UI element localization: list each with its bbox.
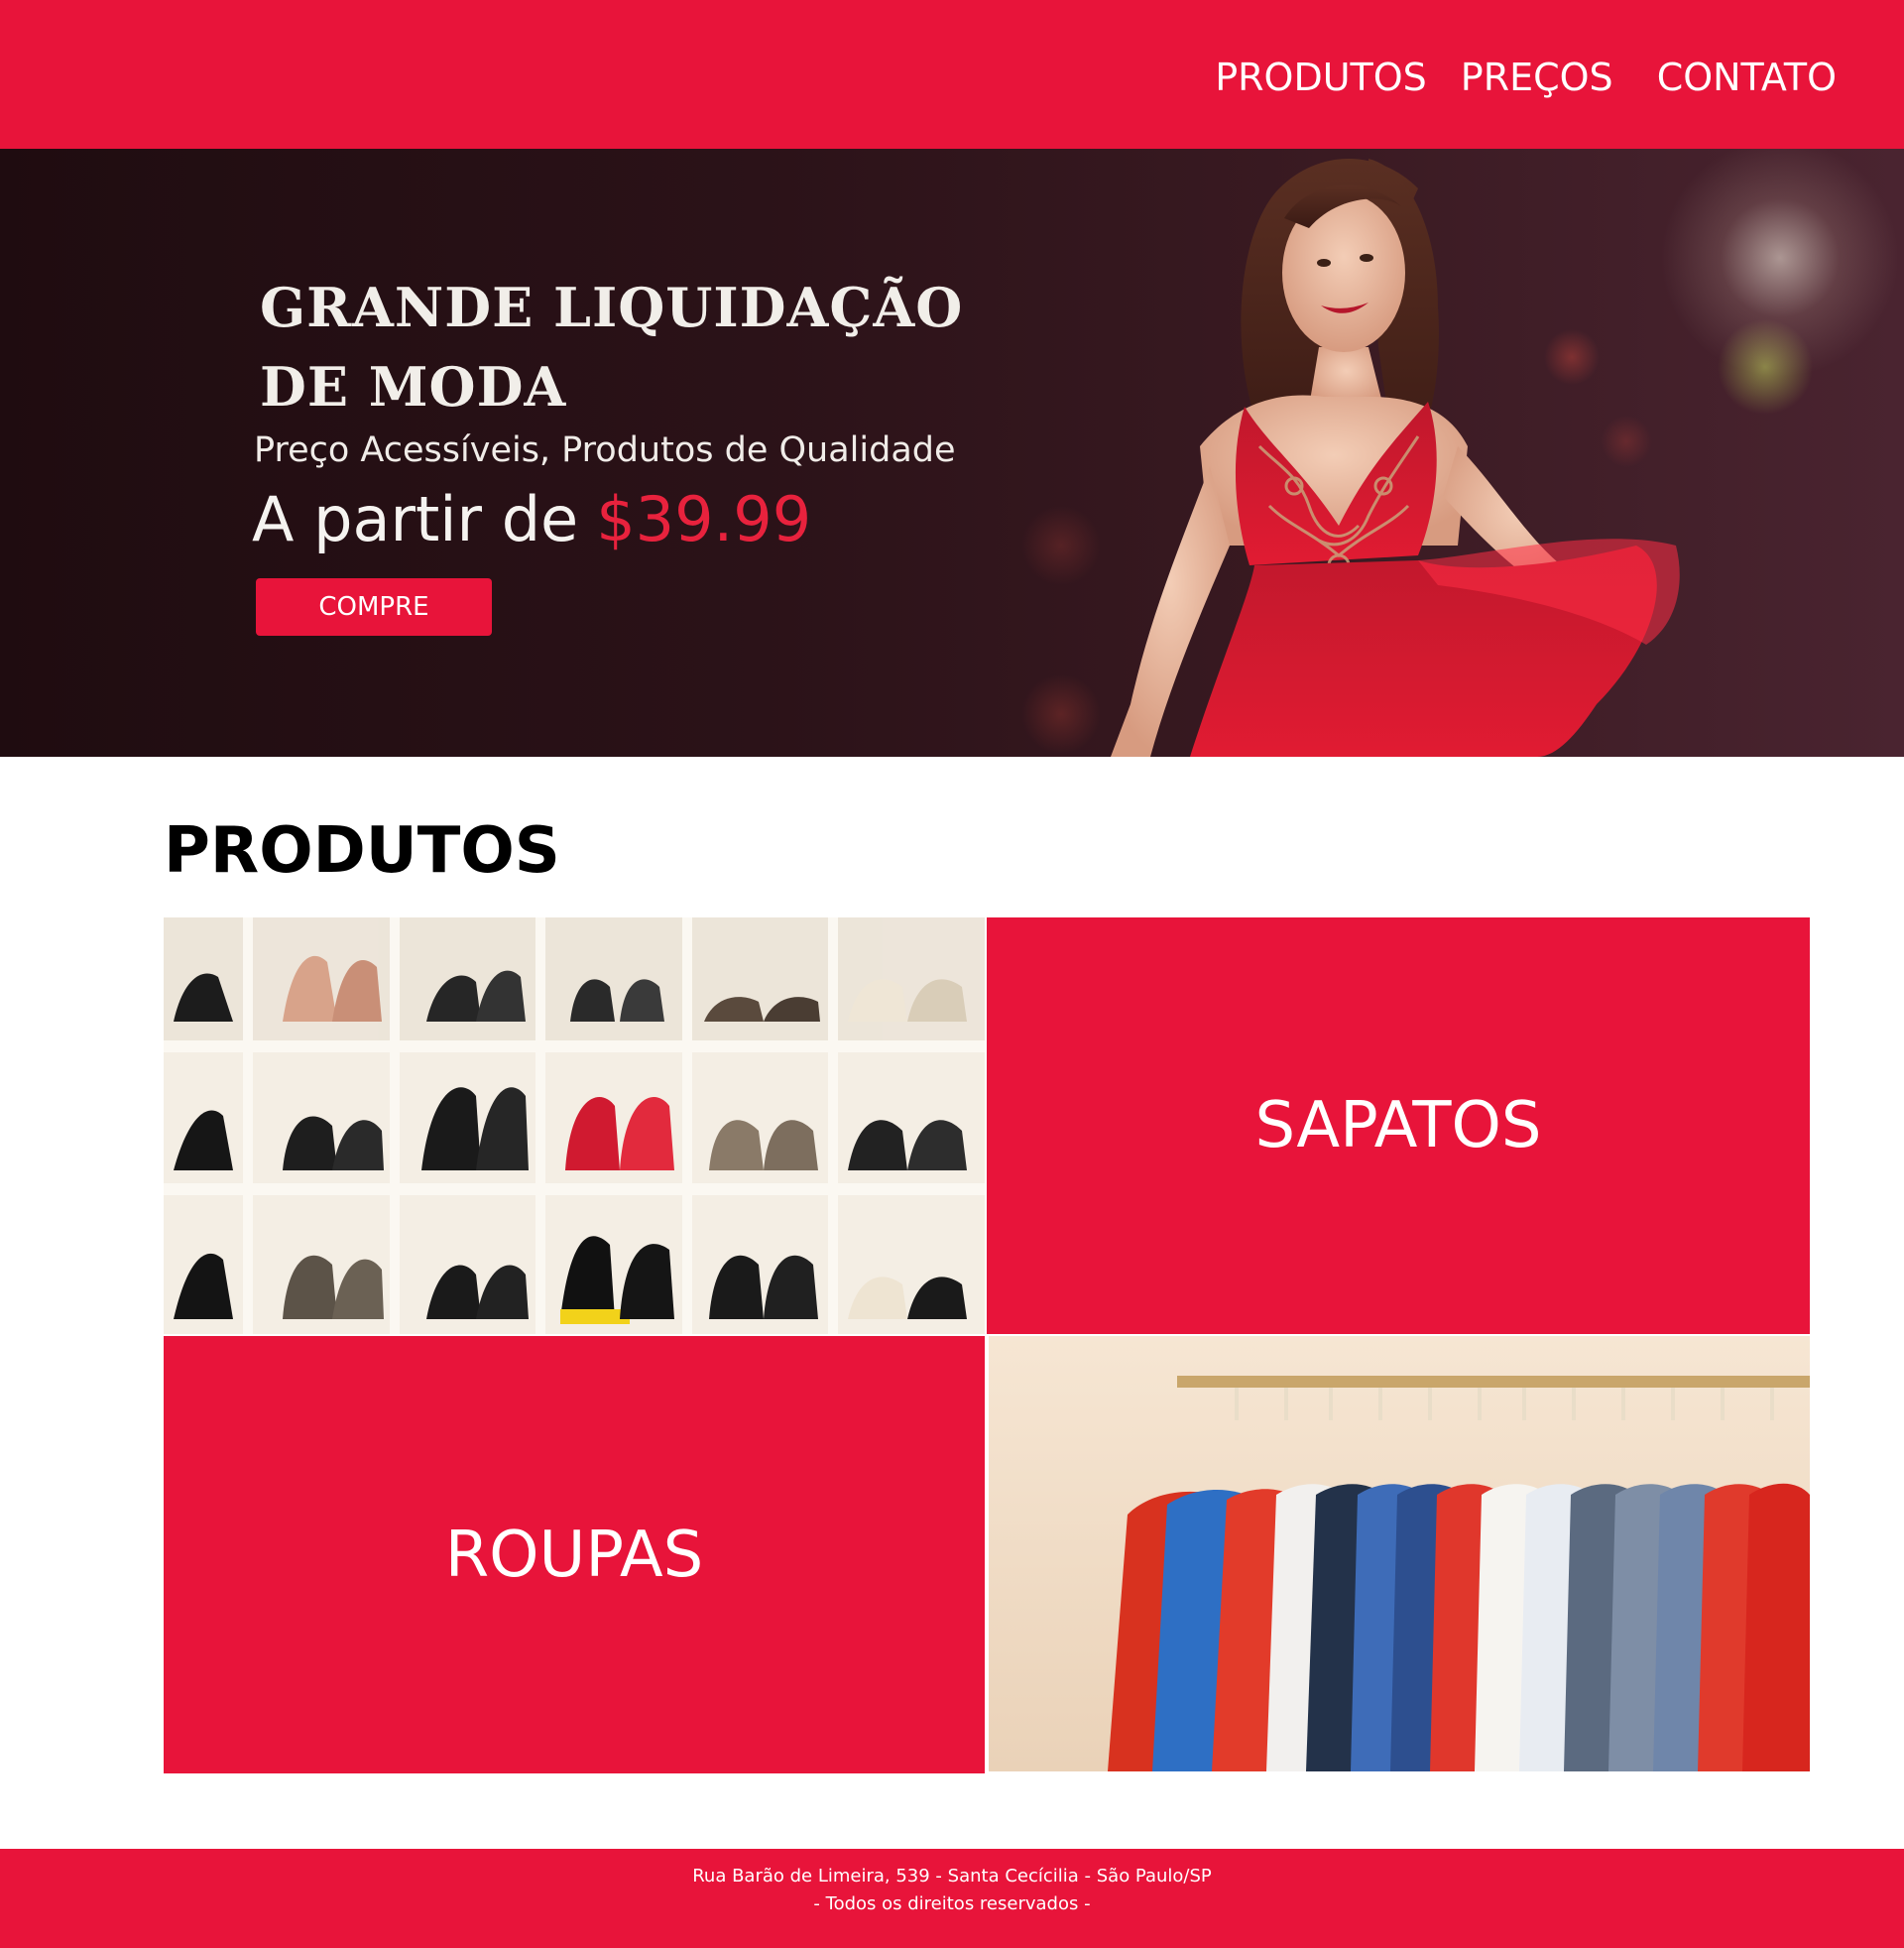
- shoes-shelf-illustration: [164, 917, 985, 1334]
- category-tile-sapatos[interactable]: SAPATOS: [987, 917, 1810, 1334]
- site-header: PRODUTOS PREÇOS CONTATO: [0, 0, 1904, 149]
- hero-banner: GRANDE LIQUIDAÇÃO DE MODA Preço Acessíve…: [0, 149, 1904, 757]
- hero-title-line2: DE MODA: [260, 355, 567, 419]
- footer-address: Rua Barão de Limeira, 539 - Santa Cecíci…: [692, 1866, 1212, 1887]
- category-label-roupas: ROUPAS: [444, 1518, 704, 1592]
- hero-title: GRANDE LIQUIDAÇÃO DE MODA: [260, 268, 963, 426]
- hero-price-prefix: A partir de: [252, 483, 579, 555]
- hero-subtitle: Preço Acessíveis, Produtos de Qualidade: [254, 430, 956, 470]
- products-grid: SAPATOS ROUPAS: [164, 917, 1810, 1773]
- hero-title-line1: GRANDE LIQUIDAÇÃO: [260, 276, 964, 339]
- category-tile-roupas[interactable]: ROUPAS: [164, 1336, 985, 1773]
- model-image: [1111, 159, 1680, 757]
- buy-button[interactable]: COMPRE: [256, 578, 492, 636]
- nav-link-produtos[interactable]: PRODUTOS: [1215, 56, 1427, 99]
- hero-price-row: A partir de $39.99: [252, 484, 811, 555]
- clothes-image[interactable]: [989, 1336, 1810, 1771]
- site-footer: Rua Barão de Limeira, 539 - Santa Cecíci…: [0, 1849, 1904, 1948]
- nav-link-contato[interactable]: CONTATO: [1657, 56, 1837, 99]
- hero-price: $39.99: [596, 483, 812, 555]
- category-label-sapatos: SAPATOS: [1254, 1089, 1542, 1162]
- main-nav: PRODUTOS PREÇOS CONTATO: [1215, 56, 1837, 99]
- clothes-rack-illustration: [989, 1336, 1810, 1771]
- shoes-image[interactable]: [164, 917, 985, 1334]
- nav-link-precos[interactable]: PREÇOS: [1461, 56, 1613, 99]
- products-section-title: PRODUTOS: [164, 814, 560, 888]
- footer-rights: - Todos os direitos reservados -: [813, 1893, 1091, 1914]
